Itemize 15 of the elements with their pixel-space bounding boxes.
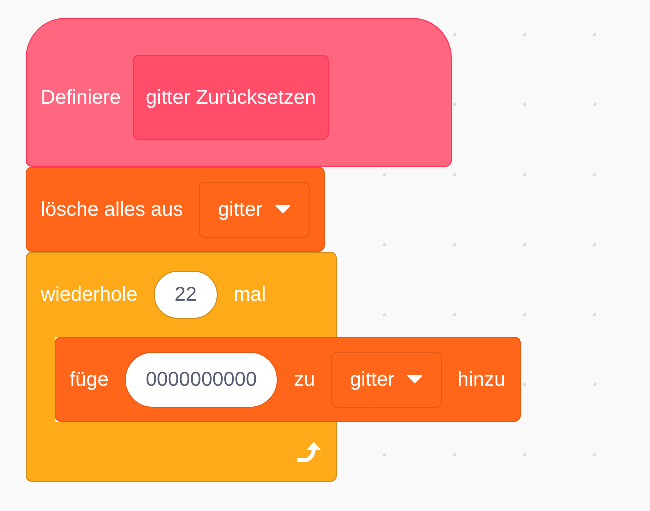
block-label: wiederhole (41, 283, 138, 308)
repeat-block-header[interactable]: wiederhole 22 mal (26, 252, 337, 337)
block-label: zu (294, 368, 316, 392)
list-block[interactable]: füge 0000000000 zu gitter hinzu (55, 337, 521, 422)
block-label: füge (70, 368, 109, 392)
block-label: hinzu (458, 368, 506, 392)
dropdown-caret-icon (406, 375, 423, 384)
loop-arrow-icon (296, 440, 322, 464)
block-label: Definiere (41, 86, 122, 110)
custom-block-name: gitter Zurücksetzen (133, 55, 330, 140)
dropdown-caret-icon (274, 205, 291, 214)
block-label: mal (234, 283, 266, 308)
block-label: lösche alles aus (41, 198, 184, 222)
number-input[interactable]: 22 (154, 271, 218, 319)
text-input[interactable]: 0000000000 (124, 352, 278, 408)
